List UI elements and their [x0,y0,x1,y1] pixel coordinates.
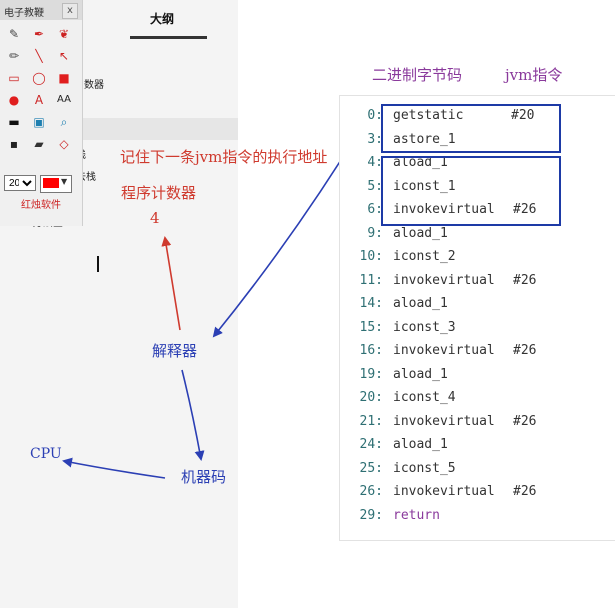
bytecode-instruction: invokevirtual [393,413,495,429]
bytecode-line: 24: aload_1 [340,437,615,461]
bytecode-offset: 10: [359,249,383,264]
bytecode-line: 20: iconst_4 [340,390,615,414]
bytecode-instruction: iconst_5 [393,460,456,476]
bytecode-line: 19: aload_1 [340,367,615,391]
bytecode-offset: 19: [359,366,383,382]
bytecode-instruction: return [393,507,440,523]
bytecode-line: 9: aload_1 [340,226,615,250]
bytecode-instruction: iconst_2 [393,249,456,264]
bytecode-offset: 29: [359,507,383,523]
bytecode-line: 21: invokevirtual #26 [340,414,615,438]
bytecode-offset: 26: [359,484,383,499]
bytecode-offset: 25: [359,460,383,476]
bytecode-line: 26: invokevirtual #26 [340,484,615,508]
bytecode-instruction: iconst_3 [393,319,456,335]
bytecode-line: 16: invokevirtual #26 [340,343,615,367]
bytecode-line: 10: iconst_2 [340,249,615,273]
bytecode-offset: 14: [359,296,383,311]
bytecode-offset: 9: [367,225,383,241]
bytecode-instruction: aload_1 [393,437,448,452]
bytecode-line: 29: return [340,508,615,532]
bytecode-offset: 15: [359,319,383,335]
bytecode-line: 11: invokevirtual #26 [340,273,615,297]
bytecode-operand: #26 [513,413,537,429]
bytecode-instruction: aload_1 [393,366,448,382]
bytecode-panel: 0: getstatic #20 3: astore_1 4: aload_1 5: icons… [339,95,615,541]
bytecode-operand: #26 [513,343,537,358]
bytecode-offset: 11: [359,272,383,288]
arrow-interpreter-to-machine-code [181,369,205,461]
bytecode-instruction: invokevirtual [393,272,495,288]
bytecode-line: 15: iconst_3 [340,320,615,344]
bytecode-instruction: aload_1 [393,225,448,241]
arrow-machine-code-to-cpu [62,457,166,479]
bytecode-instruction: iconst_4 [393,390,456,405]
bytecode-line: 25: iconst_5 [340,461,615,485]
bytecode-operand: #26 [513,484,537,499]
bytecode-instruction: invokevirtual [393,484,495,499]
bytecode-instruction: aload_1 [393,296,448,311]
bytecode-line: 14: aload_1 [340,296,615,320]
slide-canvas: 大纲 数器 栈 去栈 5. 方法区 电子教鞭 x ✎✒❦✏╲↖▭◯■●AAA▬▣… [0,0,615,608]
bytecode-offset: 20: [359,390,383,405]
bytecode-instruction: invokevirtual [393,343,495,358]
highlight-box-second [381,156,561,226]
highlight-box-first [381,104,561,153]
bytecode-operand: #26 [513,272,537,288]
arrow-interpreter-to-pc [161,236,181,331]
bytecode-offset: 16: [359,343,383,358]
bytecode-offset: 24: [359,437,383,452]
bytecode-offset: 21: [359,413,383,429]
